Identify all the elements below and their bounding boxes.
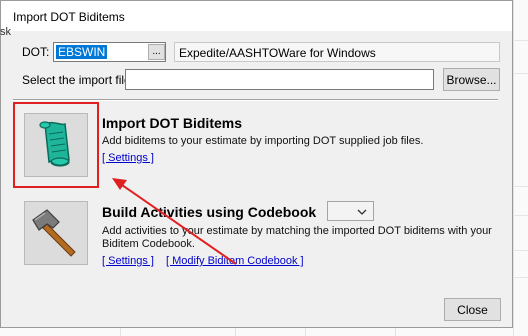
codebook-dropdown[interactable]	[327, 201, 374, 221]
import-file-input[interactable]	[125, 69, 434, 90]
modify-codebook-link[interactable]: [ Modify Biditem Codebook ]	[166, 255, 304, 267]
bg-column-divider	[395, 328, 396, 336]
build-activities-button[interactable]	[24, 201, 88, 265]
bg-column-divider	[305, 328, 306, 336]
scroll-icon	[39, 121, 70, 167]
dialog-title: Import DOT Biditems	[13, 10, 125, 24]
close-button[interactable]: Close	[444, 298, 501, 321]
build-section-description-line1: Add activities to your estimate by match…	[102, 225, 492, 237]
import-section-description: Add biditems to your estimate by importi…	[102, 135, 424, 147]
import-file-label: Select the import file:	[22, 73, 135, 87]
import-section-heading: Import DOT Biditems	[102, 115, 243, 131]
section-divider	[13, 99, 498, 101]
bg-column-divider	[513, 0, 514, 336]
bg-column-divider	[235, 328, 236, 336]
build-settings-link[interactable]: [ Settings ]	[102, 255, 154, 267]
browse-button[interactable]: Browse...	[443, 68, 500, 91]
build-section-heading: Build Activities using Codebook	[102, 204, 317, 220]
dot-label: DOT:	[22, 45, 50, 59]
chevron-down-icon	[357, 209, 367, 215]
import-dot-biditems-dialog: Import DOT Biditems DOT: EBSWIN ... Expe…	[0, 0, 513, 328]
bg-text-fragment: sk	[0, 26, 11, 38]
dot-browse-button[interactable]: ...	[148, 44, 165, 60]
dot-value: EBSWIN	[56, 45, 108, 59]
hammer-icon	[32, 209, 76, 257]
dot-field[interactable]: EBSWIN ...	[53, 42, 166, 62]
dot-description: Expedite/AASHTOWare for Windows	[174, 42, 500, 62]
import-settings-link[interactable]: [ Settings ]	[102, 152, 154, 164]
dialog-titlebar: Import DOT Biditems	[1, 1, 512, 31]
build-section-description-line2: Biditem Codebook.	[102, 238, 195, 250]
import-dot-biditems-button[interactable]	[24, 113, 88, 177]
bg-column-divider	[120, 328, 121, 336]
